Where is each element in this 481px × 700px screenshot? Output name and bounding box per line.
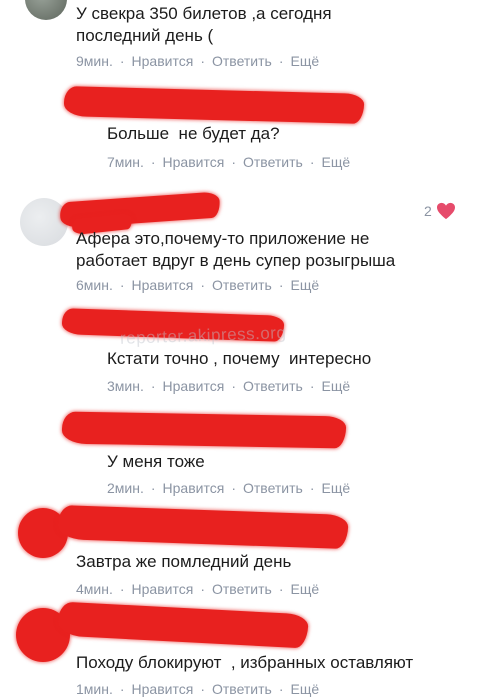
separator-dot: · <box>119 277 125 293</box>
comment-text: Больше не будет да? <box>107 124 280 143</box>
redacted-author <box>61 411 347 449</box>
heart-icon[interactable] <box>436 202 456 220</box>
separator-dot: · <box>278 53 284 69</box>
reply-button[interactable]: Ответить <box>212 276 272 294</box>
separator-dot: · <box>119 681 125 697</box>
comment-meta: 7мин. · Нравится · Ответить · Ещё <box>107 153 350 171</box>
comment-text: Походу блокируют , избранных оставляют <box>76 653 414 672</box>
more-button[interactable]: Ещё <box>291 52 320 70</box>
comment-time: 4мин. <box>76 581 113 597</box>
more-button[interactable]: Ещё <box>291 580 320 598</box>
separator-dot: · <box>309 154 315 170</box>
comment-time: 7мин. <box>107 154 144 170</box>
comment-text: Кстати точно , почему интересно <box>107 349 372 368</box>
comment-4: Кстати точно , почему интересно 3мин. · Нр… <box>0 300 481 400</box>
redacted-author <box>57 504 349 550</box>
more-button[interactable]: Ещё <box>291 680 320 698</box>
comment-meta: 1мин. · Нравится · Ответить · Ещё <box>76 680 319 698</box>
separator-dot: · <box>309 480 315 496</box>
reply-button[interactable]: Ответить <box>243 479 303 497</box>
separator-dot: · <box>119 53 125 69</box>
separator-dot: · <box>150 154 156 170</box>
reply-button[interactable]: Ответить <box>212 52 272 70</box>
like-button[interactable]: Нравится <box>132 52 194 70</box>
comment-time: 1мин. <box>76 681 113 697</box>
reply-button[interactable]: Ответить <box>212 580 272 598</box>
comment-2: Больше не будет да? 7мин. · Нравится · Ответ… <box>0 80 481 180</box>
comment-6: Завтра же помледний день 4мин. · Нравится ·… <box>0 500 481 605</box>
comment-text: Афера это,почему-то приложение не работа… <box>76 229 396 270</box>
more-button[interactable]: Ещё <box>322 377 351 395</box>
separator-dot: · <box>231 480 236 496</box>
comment-time: 3мин. <box>107 378 144 394</box>
comment-meta: 9мин. · Нравится · Ответить · Ещё <box>76 52 319 70</box>
avatar[interactable] <box>25 0 67 20</box>
comment-time: 2мин. <box>107 480 144 496</box>
separator-dot: · <box>150 378 156 394</box>
reply-button[interactable]: Ответить <box>243 153 303 171</box>
separator-dot: · <box>278 277 284 293</box>
like-button[interactable]: Нравится <box>163 479 225 497</box>
comment-text: У меня тоже <box>107 452 205 471</box>
separator-dot: · <box>200 53 205 69</box>
separator-dot: · <box>200 277 205 293</box>
comment-7: Походу блокируют , избранных оставляют 1… <box>0 600 481 700</box>
separator-dot: · <box>278 681 284 697</box>
separator-dot: · <box>119 581 125 597</box>
comment-time: 9мин. <box>76 53 113 69</box>
like-button[interactable]: Нравится <box>132 276 194 294</box>
comment-5: У меня тоже 2мин. · Нравится · Ответить · Ещё <box>0 400 481 500</box>
separator-dot: · <box>309 378 315 394</box>
separator-dot: · <box>200 581 205 597</box>
like-counter[interactable]: 2 <box>424 202 456 220</box>
comment-meta: 3мин. · Нравится · Ответить · Ещё <box>107 377 350 395</box>
redacted-author <box>57 601 309 649</box>
more-button[interactable]: Ещё <box>291 276 320 294</box>
like-button[interactable]: Нравится <box>132 580 194 598</box>
separator-dot: · <box>150 480 156 496</box>
reply-button[interactable]: Ответить <box>212 680 272 698</box>
comment-meta: 4мин. · Нравится · Ответить · Ещё <box>76 580 319 598</box>
separator-dot: · <box>231 378 236 394</box>
comment-time: 6мин. <box>76 277 113 293</box>
separator-dot: · <box>231 154 236 170</box>
comment-1: У свекра 350 билетов ,а сегодня последни… <box>0 0 481 80</box>
comment-text: У свекра 350 билетов ,а сегодня последни… <box>76 4 332 45</box>
redacted-author <box>63 86 365 124</box>
like-button[interactable]: Нравится <box>163 153 225 171</box>
separator-dot: · <box>278 581 284 597</box>
comment-3: 2 Афера это,почему-то приложение не рабо… <box>0 190 481 300</box>
like-button[interactable]: Нравится <box>132 680 194 698</box>
separator-dot: · <box>200 681 205 697</box>
more-button[interactable]: Ещё <box>322 479 351 497</box>
like-count: 2 <box>424 203 432 219</box>
avatar[interactable] <box>20 198 68 246</box>
comment-text: Завтра же помледний день <box>76 552 292 571</box>
reply-button[interactable]: Ответить <box>243 377 303 395</box>
more-button[interactable]: Ещё <box>322 153 351 171</box>
comment-meta: 2мин. · Нравится · Ответить · Ещё <box>107 479 350 497</box>
comment-meta: 6мин. · Нравится · Ответить · Ещё <box>76 276 319 294</box>
like-button[interactable]: Нравится <box>163 377 225 395</box>
